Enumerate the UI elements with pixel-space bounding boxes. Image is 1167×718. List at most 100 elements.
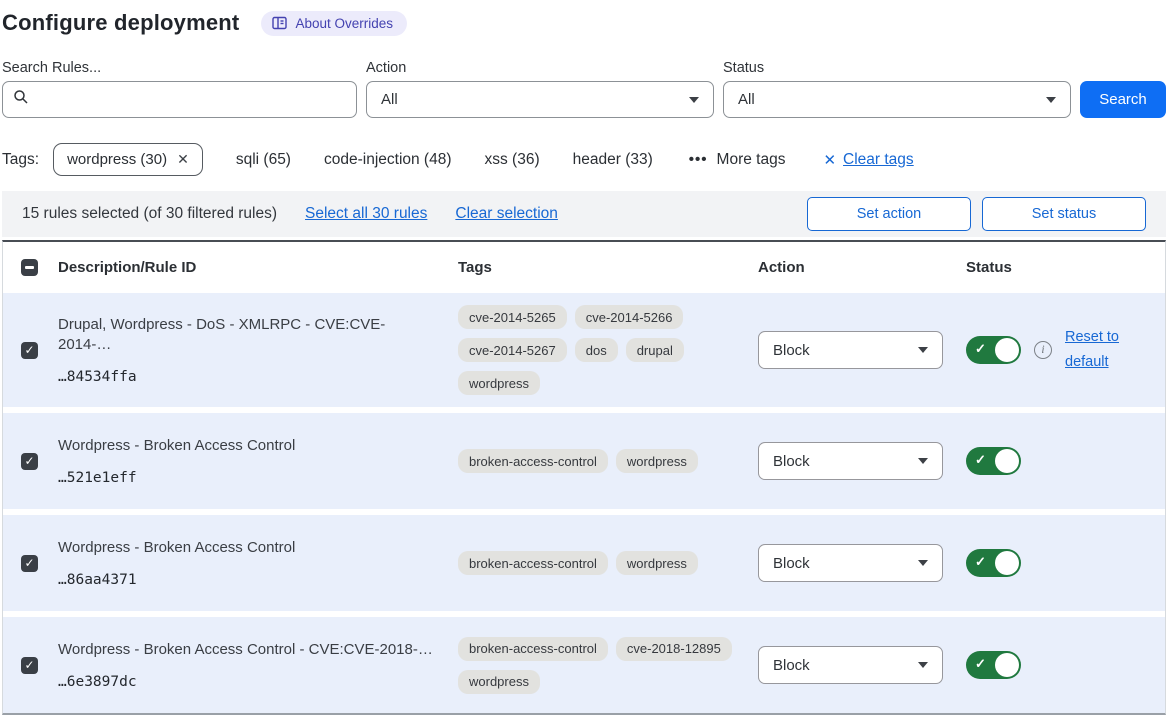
tag-filter-sqli[interactable]: sqli (65) (236, 151, 291, 169)
table-row: ✓ Wordpress - Broken Access Control …86a… (3, 515, 1165, 611)
row-checkbox[interactable]: ✓ (21, 657, 38, 674)
search-input[interactable] (2, 81, 357, 118)
rule-cell: Wordpress - Broken Access Control …86aa4… (58, 538, 458, 588)
about-overrides-badge[interactable]: About Overrides (261, 11, 407, 36)
rule-cell: Drupal, Wordpress - DoS - XMLRPC - CVE:C… (58, 315, 458, 386)
status-cell: ✓ (966, 549, 1165, 577)
tag-chip: dos (575, 338, 618, 362)
status-cell: ✓ (966, 651, 1165, 679)
chevron-down-icon (918, 560, 928, 566)
row-checkbox[interactable]: ✓ (21, 453, 38, 470)
rule-tags: broken-access-control cve-2018-12895 wordp… (458, 625, 738, 706)
reset-to-default-link[interactable]: Reset to default (1065, 325, 1127, 374)
tag-filter-xss[interactable]: xss (36) (485, 151, 540, 169)
tag-chip: cve-2014-5265 (458, 305, 567, 329)
clear-tags-button[interactable]: ✕ Clear tags (823, 151, 913, 169)
status-toggle[interactable]: ✓ (966, 651, 1021, 679)
status-filter-select[interactable]: All (723, 81, 1071, 118)
action-filter-value: All (381, 91, 398, 108)
action-select[interactable]: Block (758, 544, 943, 582)
tag-chip: drupal (626, 338, 684, 362)
rule-description: Wordpress - Broken Access Control - CVE:… (58, 640, 434, 660)
chevron-down-icon (689, 97, 699, 103)
selected-tag-label: wordpress (30) (67, 151, 167, 168)
action-select[interactable]: Block (758, 442, 943, 480)
rule-cell: Wordpress - Broken Access Control - CVE:… (58, 640, 458, 690)
page-header: Configure deployment About Overrides (2, 10, 1166, 36)
checkmark-icon: ✓ (975, 554, 986, 570)
tag-chip: cve-2014-5266 (575, 305, 684, 329)
remove-tag-icon[interactable]: ✕ (177, 151, 189, 168)
action-cell: Block (758, 331, 966, 369)
tag-chip: wordpress (616, 449, 698, 473)
checkmark-icon: ✓ (24, 454, 34, 468)
column-action: Action (758, 259, 966, 276)
status-cell: ✓ (966, 447, 1165, 475)
status-toggle[interactable]: ✓ (966, 447, 1021, 475)
about-overrides-label: About Overrides (295, 16, 393, 31)
tag-chip: broken-access-control (458, 637, 608, 661)
tag-filter-header[interactable]: header (33) (573, 151, 653, 169)
column-tags: Tags (458, 259, 758, 276)
table-row: ✓ Wordpress - Broken Access Control - CV… (3, 617, 1165, 713)
action-filter-select[interactable]: All (366, 81, 714, 118)
status-toggle[interactable]: ✓ (966, 336, 1021, 364)
chevron-down-icon (1046, 97, 1056, 103)
tag-chip: broken-access-control (458, 551, 608, 575)
select-all-checkbox[interactable] (21, 259, 38, 276)
more-tags-button[interactable]: ••• More tags (689, 151, 786, 169)
search-rules-label: Search Rules... (2, 60, 357, 76)
clear-selection-link[interactable]: Clear selection (455, 205, 558, 223)
selection-summary: 15 rules selected (of 30 filtered rules) (22, 205, 277, 223)
search-icon (13, 89, 29, 110)
tags-label: Tags: (2, 151, 39, 169)
table-row: ✓ Wordpress - Broken Access Control …521… (3, 413, 1165, 509)
row-checkbox[interactable]: ✓ (21, 555, 38, 572)
checkmark-icon: ✓ (975, 341, 986, 357)
tags-bar: Tags: wordpress (30) ✕ sqli (65) code-in… (2, 143, 1166, 176)
tag-chip: broken-access-control (458, 449, 608, 473)
rule-description: Drupal, Wordpress - DoS - XMLRPC - CVE:C… (58, 315, 434, 356)
info-icon[interactable]: i (1034, 341, 1052, 359)
status-filter-label: Status (723, 60, 1071, 76)
column-description: Description/Rule ID (58, 259, 458, 276)
set-action-button[interactable]: Set action (807, 197, 971, 231)
select-all-link[interactable]: Select all 30 rules (305, 205, 427, 223)
toggle-knob (995, 449, 1019, 473)
toggle-knob (995, 338, 1019, 362)
checkmark-icon: ✓ (24, 658, 34, 672)
chevron-down-icon (918, 347, 928, 353)
toggle-knob (995, 653, 1019, 677)
checkmark-icon: ✓ (975, 452, 986, 468)
action-select[interactable]: Block (758, 646, 943, 684)
rule-tags: broken-access-control wordpress (458, 437, 738, 485)
action-cell: Block (758, 442, 966, 480)
ellipsis-icon: ••• (689, 151, 708, 168)
rule-id: …84534ffa (58, 369, 434, 385)
indeterminate-icon (25, 266, 34, 269)
checkmark-icon: ✓ (24, 556, 34, 570)
action-cell: Block (758, 646, 966, 684)
book-icon (272, 16, 287, 30)
tag-chip: wordpress (458, 670, 540, 694)
action-select[interactable]: Block (758, 331, 943, 369)
search-button[interactable]: Search (1080, 81, 1166, 118)
row-checkbox[interactable]: ✓ (21, 342, 38, 359)
table-body: ✓ Drupal, Wordpress - DoS - XMLRPC - CVE… (3, 293, 1165, 713)
status-filter-value: All (738, 91, 755, 108)
rule-description: Wordpress - Broken Access Control (58, 436, 434, 456)
set-status-button[interactable]: Set status (982, 197, 1146, 231)
rule-id: …521e1eff (58, 470, 434, 486)
table-header: Description/Rule ID Tags Action Status (3, 242, 1165, 293)
status-toggle[interactable]: ✓ (966, 549, 1021, 577)
tag-chip: cve-2018-12895 (616, 637, 732, 661)
checkmark-icon: ✓ (24, 343, 34, 357)
clear-tags-link[interactable]: Clear tags (843, 151, 914, 169)
rule-description: Wordpress - Broken Access Control (58, 538, 434, 558)
tag-filter-wordpress[interactable]: wordpress (30) ✕ (53, 143, 203, 176)
tag-chip: wordpress (616, 551, 698, 575)
tag-chip: wordpress (458, 371, 540, 395)
tag-filter-code-injection[interactable]: code-injection (48) (324, 151, 452, 169)
filter-bar: Search Rules... Action All Status All Se… (2, 60, 1166, 118)
tag-chip: cve-2014-5267 (458, 338, 567, 362)
